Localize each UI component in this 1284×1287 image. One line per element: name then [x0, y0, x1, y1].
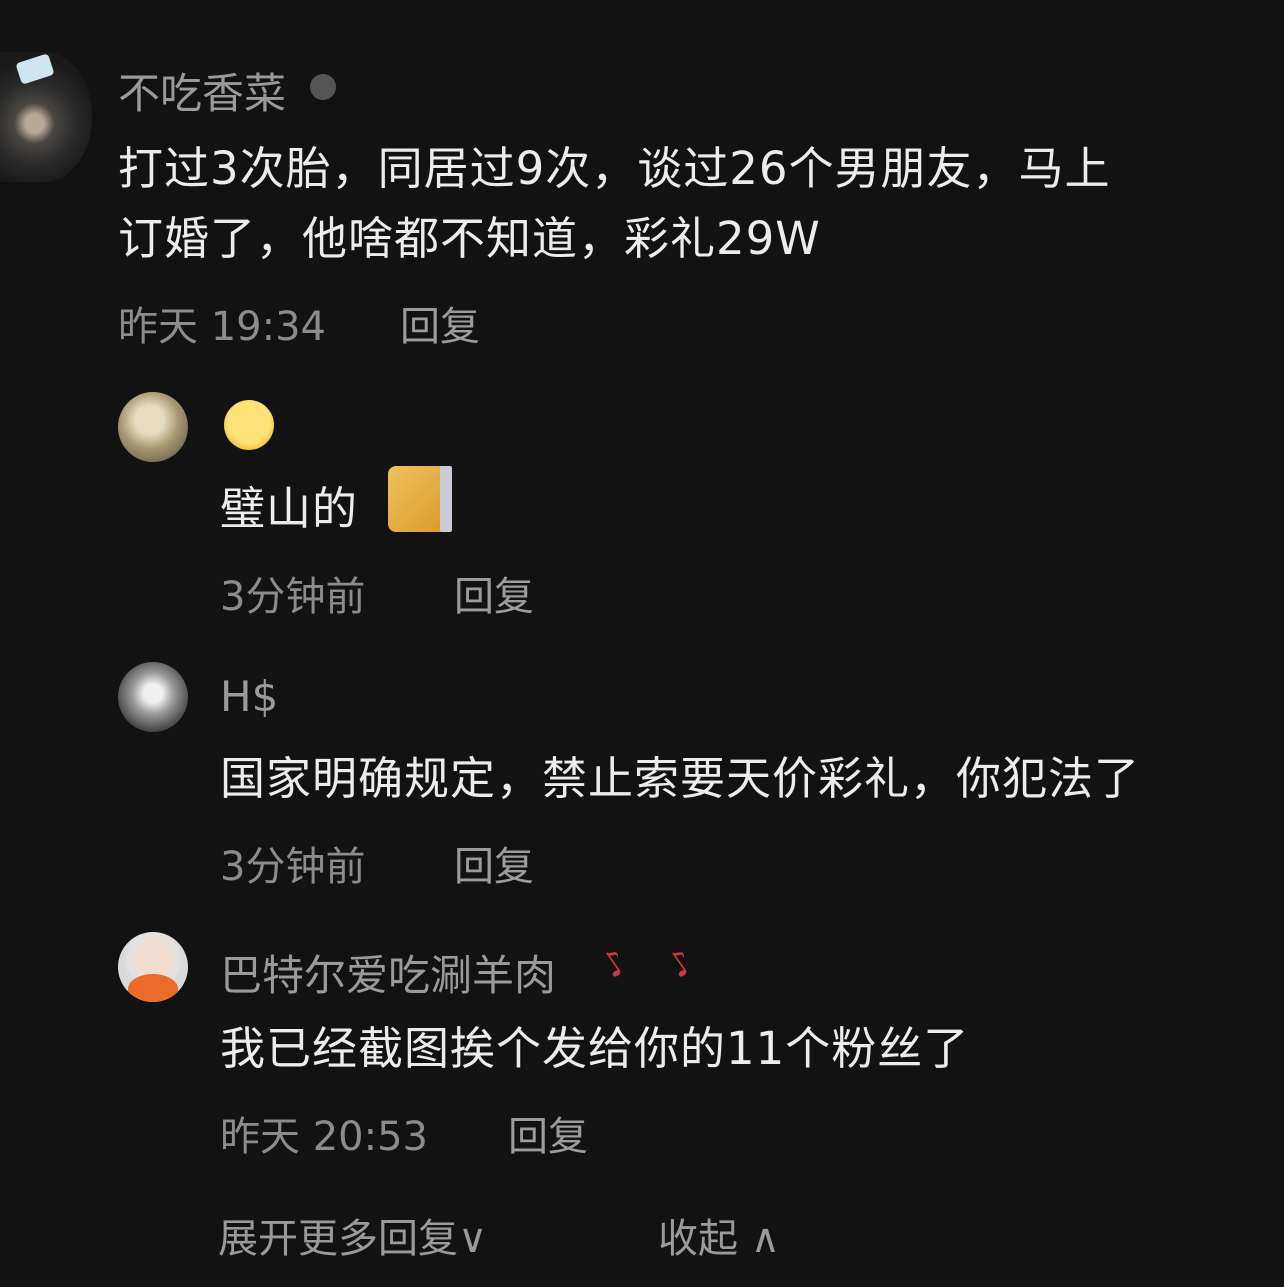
expand-more-replies-button[interactable]: 展开更多回复∨ — [218, 1206, 487, 1264]
reply-author[interactable]: 巴特尔爱吃涮羊肉 — [220, 942, 556, 1003]
reply-text: 璧山的 — [220, 482, 359, 535]
avatar[interactable] — [118, 662, 188, 732]
reply-text: 我已经截图挨个发给你的11个粉丝了 — [220, 1022, 970, 1075]
guitar-icon: ♪ — [660, 941, 702, 987]
reply-button[interactable]: 回复 — [454, 564, 534, 622]
reply-author[interactable]: H$ — [220, 672, 278, 721]
collapse-button[interactable]: 收起 ∧ — [658, 1206, 780, 1264]
badge-icon — [310, 74, 336, 100]
comment-author[interactable]: 不吃香菜 — [118, 60, 286, 121]
reply-button[interactable]: 回复 — [454, 834, 534, 892]
comment-time: 昨天 19:34 — [118, 304, 326, 350]
avatar[interactable] — [0, 52, 92, 182]
reply-time: 昨天 20:53 — [220, 1114, 428, 1160]
reply-button[interactable]: 回复 — [400, 294, 480, 352]
guitar-icon: ♪ — [594, 941, 636, 987]
avatar[interactable] — [118, 392, 188, 462]
crying-face-emoji-icon — [224, 400, 274, 450]
reply-time: 3分钟前 — [220, 574, 366, 620]
cat-sticker-icon — [388, 466, 452, 532]
reply-time: 3分钟前 — [220, 844, 366, 890]
comment-text-line2: 订婚了，他啥都不知道，彩礼29W — [118, 212, 821, 265]
avatar[interactable] — [118, 932, 188, 1002]
reply-button[interactable]: 回复 — [508, 1104, 588, 1162]
reply-text: 国家明确规定，禁止索要天价彩礼，你犯法了 — [220, 752, 1141, 805]
comment-text-line1: 打过3次胎，同居过9次，谈过26个男朋友，马上 — [118, 142, 1111, 195]
